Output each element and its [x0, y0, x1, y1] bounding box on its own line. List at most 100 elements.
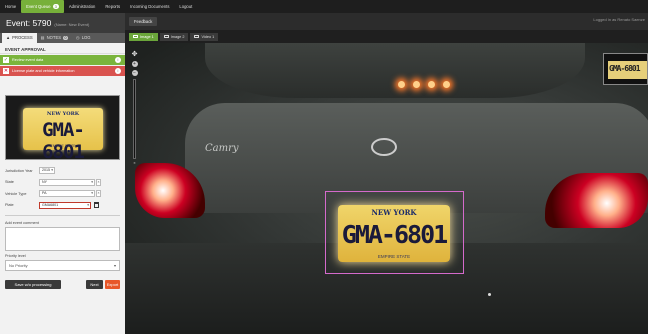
info-icon[interactable]: i — [115, 68, 121, 74]
process-icon: ▲ — [6, 35, 11, 40]
event-queue-count-badge: 3 — [52, 4, 59, 9]
plate-form: Jurisdiction Year 2015 ▾ State NY ▾ × Vehi… — [5, 166, 120, 212]
image-viewer[interactable]: Camry NEW YORK GMA-6801 EMPIRE STATE GMA… — [125, 43, 648, 334]
tab-log[interactable]: ◷ LOG — [72, 33, 95, 43]
video-icon — [194, 34, 200, 39]
tab-image-2-label: Image 2 — [170, 34, 185, 39]
step-review-event[interactable]: ✓ Review event data i — [0, 55, 125, 65]
error-x-icon: ✕ — [3, 68, 9, 74]
brake-light — [413, 81, 420, 88]
form-divider — [5, 215, 120, 216]
priority-label: Priority level — [5, 254, 26, 258]
section-title: EVENT APPROVAL — [0, 43, 125, 54]
camera-icon — [133, 34, 138, 39]
export-button[interactable]: Export — [105, 280, 120, 289]
vehicle-type-select[interactable]: PA ▾ — [39, 190, 95, 197]
plate-input[interactable]: GMA6801 ▾ — [39, 201, 91, 209]
state-clear-button[interactable]: × — [96, 178, 101, 186]
jurisdiction-select[interactable]: 2015 ▾ — [39, 167, 55, 174]
nav-reports[interactable]: Reports — [100, 0, 125, 13]
left-panel: Event: 5790 (Name: New Event) ▲ PROCESS ▤… — [0, 13, 125, 334]
step-review-event-label: Review event data — [12, 58, 44, 62]
nav-home-label: Home — [5, 4, 17, 9]
brake-light — [428, 81, 435, 88]
nav-administration[interactable]: Administration — [64, 0, 101, 13]
car-model-badge: Camry — [205, 143, 239, 154]
chevron-down-icon: ▾ — [91, 191, 93, 195]
nav-event-queue-label: Event Queue — [26, 4, 51, 9]
viewer-area: Feedback Logged in as Renato Saenze Imag… — [125, 13, 648, 334]
vehicle-type-value: PA — [42, 191, 47, 195]
right-tail-light — [545, 173, 648, 228]
jurisdiction-label: Jurisdiction Year — [5, 168, 33, 173]
tab-video-1[interactable]: Video 1 — [190, 32, 219, 41]
info-icon[interactable]: i — [115, 57, 121, 63]
image-tabs: Image 1 Image 2 Video 1 — [125, 30, 648, 43]
nav-incoming-documents-label: Incoming Documents — [130, 4, 170, 9]
notes-icon: ▤ — [40, 35, 45, 40]
car-rear-window — [205, 43, 585, 98]
brake-light — [398, 81, 405, 88]
notes-count-badge: 0 — [63, 36, 69, 40]
chevron-down-icon: ▾ — [87, 202, 89, 207]
priority-value: No Priority — [9, 263, 28, 268]
nav-logout-label: Logout — [179, 4, 193, 9]
comment-textarea[interactable] — [5, 227, 120, 251]
nav-incoming-documents[interactable]: Incoming Documents — [125, 0, 174, 13]
tab-image-1-label: Image 1 — [140, 34, 154, 39]
fullscreen-icon[interactable]: ✕ — [131, 161, 138, 165]
light-spot — [488, 293, 491, 296]
logged-in-text: Logged in as Renato Saenze — [593, 17, 645, 22]
event-subtitle: (Name: New Event) — [54, 22, 90, 27]
state-value: NY — [42, 179, 47, 184]
pan-icon[interactable]: ✥ — [131, 51, 138, 58]
thumbnail-plate-number: GMA-6801 — [42, 119, 85, 163]
event-title: Event: 5790 — [6, 18, 52, 28]
trash-icon[interactable] — [94, 202, 99, 208]
plate-roi-box[interactable] — [325, 191, 464, 274]
nav-reports-label: Reports — [105, 4, 121, 9]
nav-event-queue[interactable]: Event Queue 3 — [21, 0, 64, 13]
zoom-control: ✥ + − ✕ — [131, 51, 138, 181]
plate-inset-preview[interactable]: GMA-6801 — [603, 53, 648, 85]
state-select[interactable]: NY ▾ — [39, 178, 95, 186]
jurisdiction-value: 2015 — [42, 168, 50, 172]
next-button[interactable]: Next — [86, 280, 103, 289]
thumbnail-plate-motto: EMPIRE STATE — [50, 144, 76, 148]
log-icon: ◷ — [76, 35, 80, 40]
vehicle-type-clear-button[interactable]: × — [96, 190, 101, 197]
nav-logout[interactable]: Logout — [174, 0, 197, 13]
app-root: Home Event Queue 3 Administration Reports… — [0, 0, 648, 334]
tab-image-2[interactable]: Image 2 — [159, 32, 189, 41]
tab-image-1[interactable]: Image 1 — [129, 32, 158, 41]
tab-process[interactable]: ▲ PROCESS — [2, 33, 37, 43]
zoom-out-button[interactable]: − — [131, 70, 138, 76]
step-license-plate[interactable]: ✕ License plate and vehicle information … — [0, 66, 125, 76]
brake-light — [443, 81, 450, 88]
viewer-toolbar: Feedback Logged in as Renato Saenze — [125, 13, 648, 30]
state-label: State — [5, 180, 14, 184]
toolbar-right: Logged in as Renato Saenze — [593, 17, 648, 22]
chevron-down-icon: ▾ — [91, 179, 93, 184]
thumbnail-plate: NEW YORK GMA-6801 EMPIRE STATE — [23, 108, 103, 163]
tab-notes[interactable]: ▤ NOTES 0 — [37, 33, 72, 43]
plate-thumbnail[interactable]: NEW YORK GMA-6801 EMPIRE STATE — [5, 95, 120, 163]
checkmark-icon: ✓ — [3, 57, 9, 63]
zoom-in-button[interactable]: + — [131, 61, 138, 67]
feedback-button[interactable]: Feedback — [129, 17, 158, 26]
chevron-down-icon: ▾ — [51, 168, 53, 172]
zoom-slider[interactable] — [133, 79, 136, 159]
vehicle-type-row: Vehicle Type PA ▾ × — [5, 189, 120, 198]
jurisdiction-row: Jurisdiction Year 2015 ▾ — [5, 166, 120, 175]
vehicle-type-label: Vehicle Type — [5, 191, 27, 196]
plate-value: GMA6801 — [42, 202, 59, 207]
inset-plate-number: GMA-6801 — [609, 64, 641, 73]
camera-icon — [163, 34, 169, 39]
tab-process-label: PROCESS — [12, 35, 33, 40]
state-row: State NY ▾ × — [5, 178, 120, 187]
save-without-processing-button[interactable]: Save w/o processing — [5, 280, 61, 289]
comment-label: Add event comment — [5, 221, 39, 225]
priority-select[interactable]: No Priority ▾ — [5, 260, 120, 271]
chevron-down-icon: ▾ — [113, 263, 116, 268]
nav-home[interactable]: Home — [0, 0, 21, 13]
